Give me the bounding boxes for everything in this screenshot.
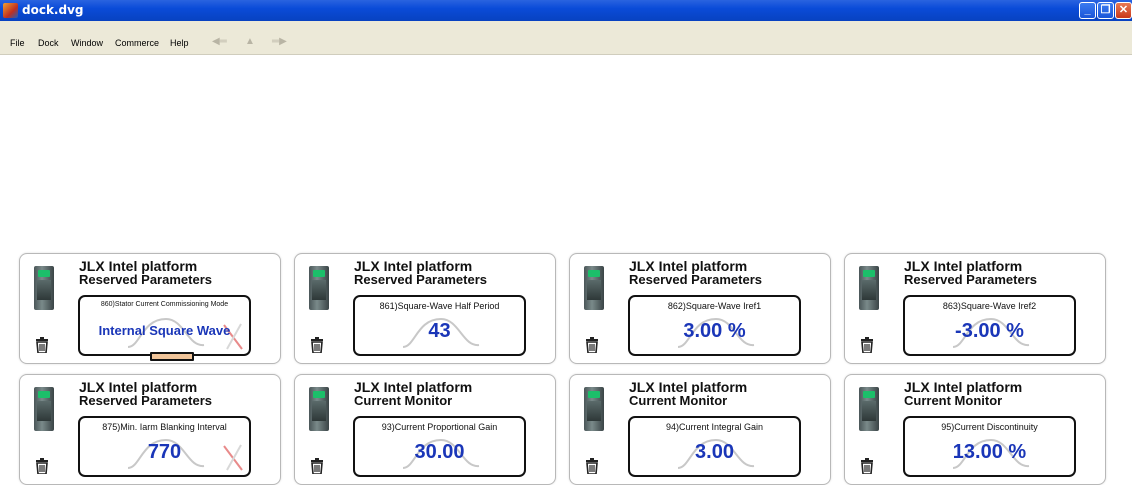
panel-subtitle: Current Monitor: [629, 393, 728, 408]
up-arrow-icon[interactable]: ▲: [245, 36, 255, 47]
forward-arrow-icon[interactable]: ═▶: [272, 36, 287, 47]
menu-commerce[interactable]: Commerce: [115, 38, 159, 48]
parameter-value-box[interactable]: 93)Current Proportional Gain 30.00: [353, 416, 526, 477]
minimize-button[interactable]: _: [1079, 2, 1096, 19]
trash-icon[interactable]: [585, 458, 599, 474]
drive-image: [309, 266, 329, 310]
trash-icon[interactable]: [310, 458, 324, 474]
panel-subtitle: Reserved Parameters: [904, 272, 1037, 287]
drive-image: [859, 266, 879, 310]
app-icon: [3, 3, 18, 18]
trash-icon[interactable]: [35, 458, 49, 474]
parameter-panel[interactable]: JLX Intel platform Reserved Parameters 862…: [569, 253, 831, 364]
panel-title: JLX Intel platform: [629, 379, 748, 395]
trash-icon[interactable]: [585, 337, 599, 353]
panel-title: JLX Intel platform: [904, 379, 1023, 395]
parameter-value: 3.00 %: [683, 320, 746, 342]
panel-title: JLX Intel platform: [354, 379, 473, 395]
parameter-panel[interactable]: JLX Intel platform Reserved Parameters 860…: [19, 253, 281, 364]
drive-image: [584, 266, 604, 310]
menu-file[interactable]: File: [10, 38, 25, 48]
panel-subtitle: Reserved Parameters: [354, 272, 487, 287]
menu-window[interactable]: Window: [71, 38, 103, 48]
parameter-label: 93)Current Proportional Gain: [381, 422, 498, 432]
parameter-value-box[interactable]: 95)Current Discontinuity 13.00 %: [903, 416, 1076, 477]
parameter-panel[interactable]: JLX Intel platform Current Monitor 93)Curr…: [294, 374, 556, 485]
restore-button[interactable]: ❐: [1097, 2, 1114, 19]
window-title-bar: dock.dvg _ ❐ ✕: [0, 0, 1132, 21]
parameter-label: 95)Current Discontinuity: [941, 422, 1038, 432]
drive-image: [309, 387, 329, 431]
drive-image: [34, 387, 54, 431]
drive-image: [34, 266, 54, 310]
panel-subtitle: Current Monitor: [904, 393, 1003, 408]
drive-image: [859, 387, 879, 431]
parameter-value-box[interactable]: 861)Square-Wave Half Period 43: [353, 295, 526, 356]
parameter-panel[interactable]: JLX Intel platform Reserved Parameters 863…: [844, 253, 1106, 364]
parameter-value-box[interactable]: 863)Square-Wave Iref2 -3.00 %: [903, 295, 1076, 356]
menu-bar: File Dock Window Commerce Help ◀═ ▲ ═▶: [0, 21, 1132, 55]
parameter-label: 860)Stator Current Commissioning Mode: [100, 301, 229, 308]
panel-subtitle: Current Monitor: [354, 393, 453, 408]
parameter-label: 861)Square-Wave Half Period: [379, 301, 500, 311]
parameter-value-box[interactable]: 862)Square-Wave Iref1 3.00 %: [628, 295, 801, 356]
panel-title: JLX Intel platform: [79, 379, 198, 395]
panel-title: JLX Intel platform: [629, 258, 748, 274]
parameter-panel[interactable]: JLX Intel platform Reserved Parameters 861…: [294, 253, 556, 364]
window-title: dock.dvg: [22, 3, 84, 17]
drive-image: [584, 387, 604, 431]
trash-icon[interactable]: [310, 337, 324, 353]
trash-icon[interactable]: [860, 337, 874, 353]
parameter-label: 875)Min. Iarm Blanking Interval: [102, 422, 227, 432]
parameter-value: -3.00 %: [955, 320, 1024, 342]
parameter-panel[interactable]: JLX Intel platform Current Monitor 95)Curr…: [844, 374, 1106, 485]
parameter-value-box[interactable]: 94)Current Integral Gain 3.00: [628, 416, 801, 477]
parameter-panel[interactable]: JLX Intel platform Reserved Parameters 875…: [19, 374, 281, 485]
parameter-value: 43: [428, 320, 451, 342]
parameter-label: 863)Square-Wave Iref2: [942, 301, 1037, 311]
parameter-value-box[interactable]: 860)Stator Current Commissioning Mode Int…: [78, 295, 251, 356]
menu-dock[interactable]: Dock: [38, 38, 59, 48]
parameter-panel[interactable]: JLX Intel platform Current Monitor 94)Curr…: [569, 374, 831, 485]
parameter-value: 13.00 %: [952, 441, 1027, 463]
menu-help[interactable]: Help: [170, 38, 189, 48]
close-button[interactable]: ✕: [1115, 2, 1132, 19]
selection-slider[interactable]: [150, 352, 194, 361]
back-arrow-icon[interactable]: ◀═: [212, 36, 227, 47]
parameter-value: 3.00: [695, 441, 734, 463]
parameter-value: Internal Square Wave: [98, 323, 231, 338]
trash-icon[interactable]: [860, 458, 874, 474]
panel-title: JLX Intel platform: [79, 258, 198, 274]
parameter-value-box[interactable]: 875)Min. Iarm Blanking Interval 770: [78, 416, 251, 477]
panel-subtitle: Reserved Parameters: [79, 272, 212, 287]
parameter-label: 94)Current Integral Gain: [665, 422, 764, 432]
parameter-value: 30.00: [414, 441, 465, 463]
panel-title: JLX Intel platform: [354, 258, 473, 274]
panel-subtitle: Reserved Parameters: [79, 393, 212, 408]
parameter-value: 770: [147, 441, 182, 463]
parameter-label: 862)Square-Wave Iref1: [667, 301, 762, 311]
panel-subtitle: Reserved Parameters: [629, 272, 762, 287]
trash-icon[interactable]: [35, 337, 49, 353]
panel-title: JLX Intel platform: [904, 258, 1023, 274]
